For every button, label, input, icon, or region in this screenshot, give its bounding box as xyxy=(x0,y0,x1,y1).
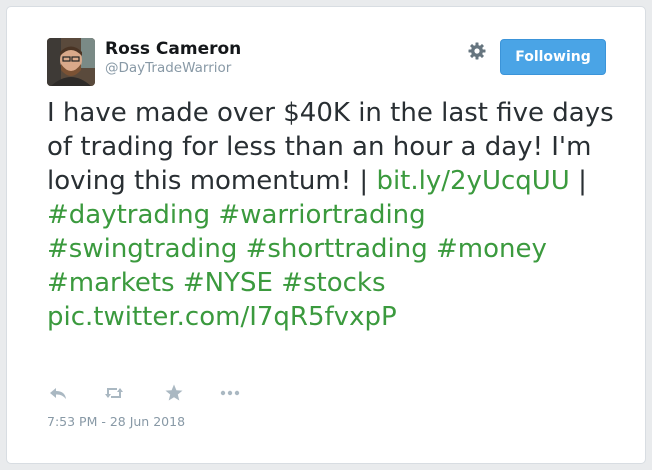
reply-icon[interactable] xyxy=(47,382,69,404)
hashtag-link[interactable]: #markets xyxy=(47,268,175,298)
user-display-name[interactable]: Ross Cameron xyxy=(105,39,241,59)
tweet-link[interactable]: bit.ly/2yUcqUU xyxy=(376,166,569,196)
hashtag-link[interactable]: #stocks xyxy=(281,268,385,298)
tweet-timestamp[interactable]: 7:53 PM - 28 Jun 2018 xyxy=(47,414,185,429)
hashtag-link[interactable]: #shorttrading xyxy=(246,234,428,264)
like-star-icon[interactable] xyxy=(163,382,185,404)
hashtag-link[interactable]: #NYSE xyxy=(183,268,273,298)
hashtag-link[interactable]: #warriortrading xyxy=(218,200,425,230)
tweet-card: Ross Cameron @DayTradeWarrior Following … xyxy=(6,6,646,464)
retweet-icon[interactable] xyxy=(103,382,125,404)
avatar[interactable] xyxy=(47,38,95,86)
tweet-text-segment xyxy=(237,234,245,264)
user-handle[interactable]: @DayTradeWarrior xyxy=(105,60,231,76)
hashtag-link[interactable]: #money xyxy=(436,234,547,264)
hashtag-link[interactable]: #daytrading xyxy=(47,200,210,230)
more-icon[interactable] xyxy=(219,382,241,404)
hashtag-link[interactable]: #swingtrading xyxy=(47,234,237,264)
tweet-text-segment xyxy=(175,268,183,298)
tweet-text-segment: | xyxy=(569,166,587,196)
gear-icon[interactable] xyxy=(467,41,487,61)
tweet-actions xyxy=(47,382,347,404)
following-button[interactable]: Following xyxy=(500,39,606,75)
tweet-link[interactable]: pic.twitter.com/I7qR5fvxpP xyxy=(47,302,397,332)
tweet-text-segment xyxy=(428,234,436,264)
tweet-text: I have made over $40K in the last five d… xyxy=(47,96,617,334)
tweet-text-segment xyxy=(273,268,281,298)
